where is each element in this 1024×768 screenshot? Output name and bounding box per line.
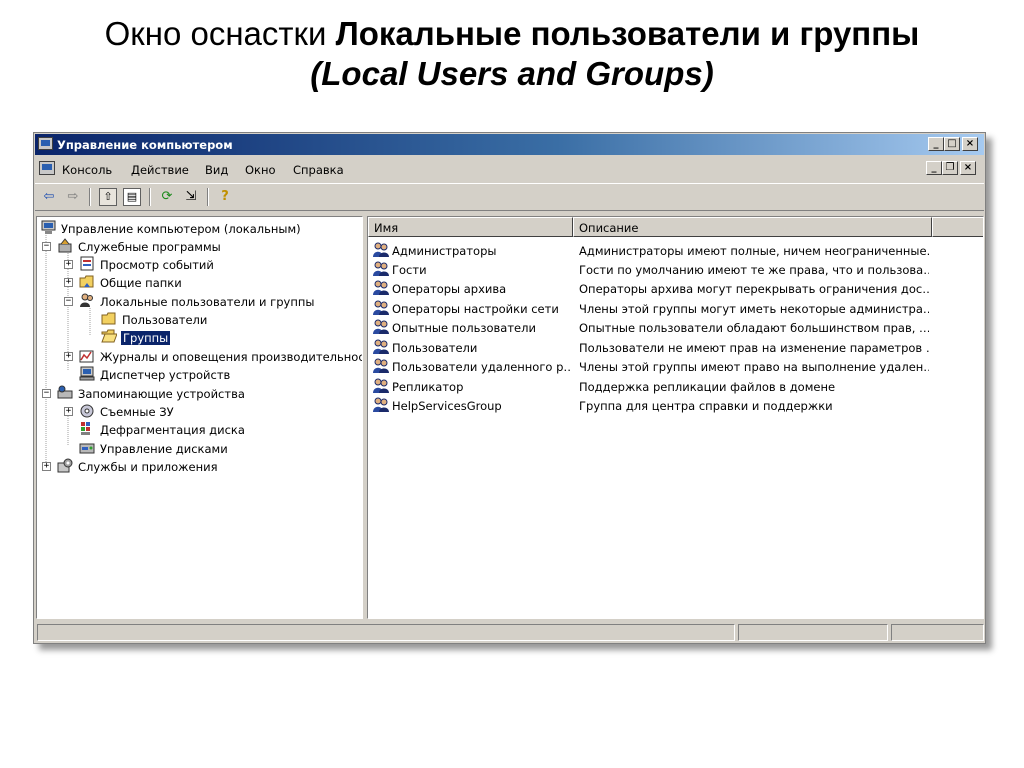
child-restore-button[interactable]: ❐ [942,161,958,175]
status-panel [37,624,735,641]
defrag-icon [79,421,95,436]
close-button[interactable]: × [962,137,978,151]
list-item[interactable]: Пользователи Пользователи не имеют прав … [368,338,968,357]
group-icon [373,358,389,374]
status-panel [738,624,888,641]
storage-icon [57,385,73,400]
folder-icon [101,311,117,326]
toolbar-separator [89,188,91,206]
menu-help[interactable]: Справка [293,163,344,177]
list-item[interactable]: Пользователи удаленного р… Члены этой гр… [368,357,968,376]
services-icon [57,458,73,473]
show-tree-icon[interactable]: ▤ [123,188,141,206]
toolbar-separator [207,188,209,206]
group-icon [373,339,389,355]
performance-logs-icon [79,348,95,363]
window-title: Управление компьютером [57,138,233,152]
expand-icon[interactable]: + [64,260,73,269]
details-list: Имя Описание Администраторы Администрато… [367,216,984,619]
back-arrow-icon[interactable]: ⇦ [39,188,59,206]
expand-icon[interactable]: + [64,352,73,361]
event-viewer-icon [79,256,95,271]
title-bar[interactable]: Управление компьютером _ □ × [35,134,984,155]
column-header-description[interactable]: Описание [573,217,932,237]
group-icon [373,300,389,316]
group-icon [373,242,389,258]
list-item[interactable]: Администраторы Администраторы имеют полн… [368,241,968,260]
collapse-icon[interactable]: − [64,297,73,306]
menu-view[interactable]: Вид [205,163,228,177]
tools-icon [57,238,73,253]
forward-arrow-icon[interactable]: ⇨ [63,188,83,206]
up-folder-icon[interactable]: ⇧ [99,188,117,206]
collapse-icon[interactable]: − [42,242,51,251]
console-tree: Управление компьютером (локальным) − Слу… [36,216,363,619]
device-manager-icon [79,366,95,381]
slide-title-normal: Окно оснастки [104,15,336,52]
group-icon [373,280,389,296]
menu-window[interactable]: Окно [245,163,276,177]
slide-subtitle: (Local Users and Groups) [310,55,714,92]
list-item[interactable]: Операторы настройки сети Члены этой груп… [368,299,968,318]
column-header-name[interactable]: Имя [368,217,573,237]
list-item[interactable]: Гости Гости по умолчанию имеют те же пра… [368,260,968,279]
users-icon [79,293,95,308]
list-item[interactable]: Репликатор Поддержка репликации файлов в… [368,377,968,396]
expand-icon[interactable]: + [64,407,73,416]
removable-storage-icon [79,403,95,418]
list-item[interactable]: HelpServicesGroup Группа для центра спра… [368,396,968,415]
refresh-icon[interactable]: ⟳ [157,188,177,206]
expand-icon[interactable]: + [42,462,51,471]
expand-icon[interactable]: + [64,278,73,287]
computer-management-icon [38,137,53,150]
child-close-button[interactable]: × [960,161,976,175]
open-folder-icon [101,329,118,344]
computer-management-window: Управление компьютером _ □ × Консоль Дей… [33,132,986,644]
group-icon [373,319,389,335]
toolbar-separator [149,188,151,206]
list-item[interactable]: Опытные пользователи Опытные пользовател… [368,318,968,337]
menu-bar: Консоль Действие Вид Окно Справка _ ❐ × [35,157,984,181]
status-bar [35,622,984,642]
group-icon [373,261,389,277]
slide-title-bold: Локальные пользователи и группы [335,15,920,52]
computer-icon [41,220,57,235]
slide-title: Окно оснастки Локальные пользователи и г… [0,14,1024,54]
disk-management-icon [79,440,95,455]
shared-folder-icon [79,274,95,289]
group-icon [373,378,389,394]
console-menu-icon[interactable] [39,161,55,175]
maximize-button[interactable]: □ [944,137,960,151]
toolbar: ⇦ ⇨ ⇧ ▤ ⟳ ⇲ ? [35,183,984,211]
list-item[interactable]: Операторы архива Операторы архива могут … [368,279,968,298]
export-list-icon[interactable]: ⇲ [181,188,201,206]
menu-action[interactable]: Действие [131,163,189,177]
group-icon [373,397,389,413]
minimize-button[interactable]: _ [928,137,944,151]
help-icon[interactable]: ? [215,188,235,206]
child-minimize-button[interactable]: _ [926,161,942,175]
column-header-empty [932,217,983,237]
collapse-icon[interactable]: − [42,389,51,398]
menu-console[interactable]: Консоль [62,163,112,177]
selected-tree-label: Группы [121,331,171,345]
status-panel [891,624,984,641]
